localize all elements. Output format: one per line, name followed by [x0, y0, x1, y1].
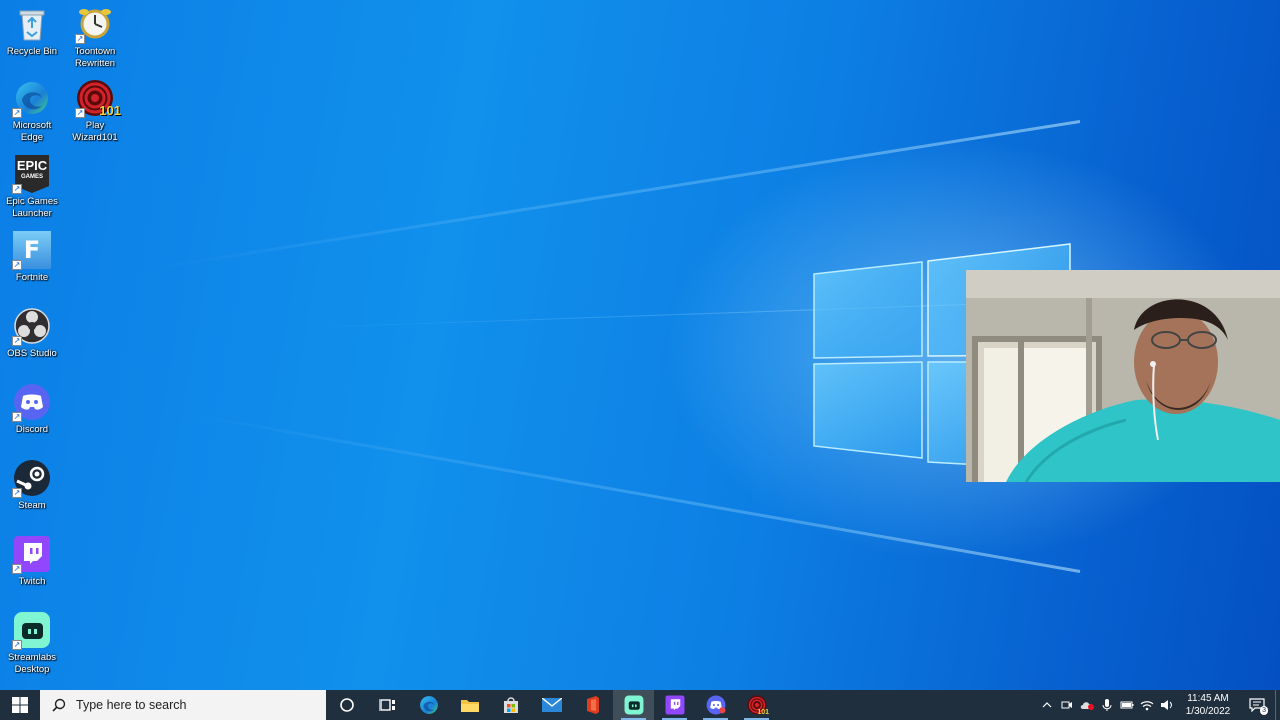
clock-date: 1/30/2022 — [1185, 706, 1231, 717]
twitch-icon — [665, 695, 684, 715]
desktop-icon-label: Fortnite — [15, 272, 49, 283]
epic-games-icon: EPIC GAMES ↗ — [12, 154, 52, 194]
desktop-icon-edge[interactable]: ↗ Microsoft Edge — [1, 78, 63, 144]
fortnite-icon: F ↗ — [12, 230, 52, 270]
recycle-bin-icon — [12, 4, 52, 44]
tray-onedrive-button[interactable] — [1077, 690, 1097, 720]
folder-icon — [460, 700, 479, 712]
steam-icon: ↗ — [12, 458, 52, 498]
epic-logo-sub: GAMES — [20, 174, 43, 180]
shortcut-arrow-icon: ↗ — [12, 412, 22, 422]
microphone-icon — [1102, 699, 1112, 711]
show-desktop-button[interactable] — [1275, 690, 1280, 720]
taskbar-search-box[interactable] — [40, 690, 326, 720]
taskbar-file-explorer-button[interactable] — [449, 690, 490, 720]
taskbar: 101 — [0, 690, 1280, 720]
shortcut-arrow-icon: ↗ — [12, 488, 22, 498]
clock-time: 11:45 AM — [1187, 693, 1229, 704]
webcam-feed-image — [966, 270, 1280, 482]
task-view-icon — [378, 699, 395, 711]
desktop-icon-label: Discord — [15, 424, 49, 435]
desktop-icon-epic-games[interactable]: EPIC GAMES ↗ Epic Games Launcher — [1, 154, 63, 220]
desktop-icon-twitch[interactable]: ↗ Twitch — [1, 534, 63, 588]
toontown-icon: ↗ — [75, 4, 115, 44]
desktop-icon-label: Microsoft Edge — [12, 120, 52, 143]
obs-icon: ↗ — [12, 306, 52, 346]
shortcut-arrow-icon: ↗ — [75, 34, 85, 44]
discord-icon — [706, 695, 725, 715]
taskbar-task-view-button[interactable] — [367, 690, 408, 720]
tray-camera-button[interactable] — [1057, 690, 1077, 720]
streamlabs-icon — [624, 695, 643, 715]
taskbar-edge-button[interactable] — [408, 690, 449, 720]
desktop-icon-label: Steam — [18, 500, 46, 511]
taskbar-cortana-button[interactable] — [326, 690, 367, 720]
wifi-icon — [1140, 701, 1154, 711]
mail-icon — [541, 698, 562, 712]
start-button[interactable] — [0, 690, 40, 720]
taskbar-office-button[interactable] — [572, 690, 613, 720]
taskbar-mail-button[interactable] — [531, 690, 572, 720]
windows-start-icon — [12, 697, 28, 713]
cortana-circle-icon — [339, 698, 354, 712]
action-center-button[interactable]: 3 — [1239, 690, 1275, 720]
shortcut-arrow-icon: ↗ — [12, 564, 22, 574]
system-tray: 11:45 AM 1/30/2022 3 — [1037, 690, 1280, 720]
desktop-icon-label: Epic Games Launcher — [6, 196, 58, 219]
office-icon — [586, 696, 599, 714]
chevron-up-icon — [1042, 702, 1052, 708]
taskbar-twitch-button[interactable] — [654, 690, 695, 720]
shortcut-arrow-icon: ↗ — [12, 260, 22, 270]
desktop-background[interactable]: Recycle Bin ↗ Toontown Rewritten ↗ Micro… — [0, 0, 1280, 690]
tray-volume-button[interactable] — [1157, 690, 1177, 720]
tray-battery-button[interactable] — [1117, 690, 1137, 720]
streamlabs-icon: ↗ — [12, 610, 52, 650]
desktop-icon-label: Recycle Bin — [6, 46, 58, 57]
desktop-icon-discord[interactable]: ↗ Discord — [1, 382, 63, 436]
desktop-icon-label: Toontown Rewritten — [74, 46, 116, 69]
edge-icon: ↗ — [12, 78, 52, 118]
taskbar-discord-button[interactable] — [695, 690, 736, 720]
desktop-icon-streamlabs[interactable]: ↗ Streamlabs Desktop — [1, 610, 63, 676]
camera-icon — [1061, 701, 1072, 709]
shortcut-arrow-icon: ↗ — [75, 108, 85, 118]
desktop-icon-label: OBS Studio — [7, 348, 57, 359]
desktop-icon-obs[interactable]: ↗ OBS Studio — [1, 306, 63, 360]
shortcut-arrow-icon: ↗ — [12, 108, 22, 118]
desktop-icon-fortnite[interactable]: F ↗ Fortnite — [1, 230, 63, 284]
taskbar-store-button[interactable] — [490, 690, 531, 720]
desktop-icon-label: Streamlabs Desktop — [7, 652, 57, 675]
wizard101-icon: 101 ↗ — [75, 78, 121, 118]
discord-icon: ↗ — [12, 382, 52, 422]
twitch-icon: ↗ — [12, 534, 52, 574]
battery-charging-icon — [1120, 701, 1134, 709]
tray-microphone-button[interactable] — [1097, 690, 1117, 720]
desktop-icon-toontown[interactable]: ↗ Toontown Rewritten — [64, 4, 126, 70]
taskbar-wizard101-button[interactable]: 101 — [736, 690, 777, 720]
taskbar-clock[interactable]: 11:45 AM 1/30/2022 — [1177, 692, 1239, 718]
show-hidden-icons-button[interactable] — [1037, 690, 1057, 720]
desktop-icon-steam[interactable]: ↗ Steam — [1, 458, 63, 512]
store-icon — [503, 697, 518, 713]
speaker-icon — [1161, 700, 1172, 710]
fortnite-letter: F — [23, 236, 41, 264]
wizard101-badge: 101 — [757, 709, 769, 716]
search-input[interactable] — [76, 698, 296, 712]
tray-wifi-button[interactable] — [1137, 690, 1157, 720]
shortcut-arrow-icon: ↗ — [12, 640, 22, 650]
wizard101-badge: 101 — [99, 103, 121, 118]
cloud-error-icon — [1080, 702, 1094, 710]
webcam-overlay — [966, 270, 1280, 482]
desktop-icon-label: Play Wizard101 — [72, 120, 118, 143]
taskbar-streamlabs-button[interactable] — [613, 690, 654, 720]
shortcut-arrow-icon: ↗ — [12, 336, 22, 346]
search-icon — [52, 698, 66, 712]
desktop-icon-label: Twitch — [18, 576, 46, 587]
shortcut-arrow-icon: ↗ — [12, 184, 22, 194]
notification-count-badge: 3 — [1260, 706, 1268, 715]
epic-logo-text: EPIC — [16, 158, 48, 173]
desktop-icon-recycle-bin[interactable]: Recycle Bin — [1, 4, 63, 58]
desktop-icon-wizard101[interactable]: 101 ↗ Play Wizard101 — [64, 78, 126, 144]
edge-icon — [419, 696, 438, 714]
